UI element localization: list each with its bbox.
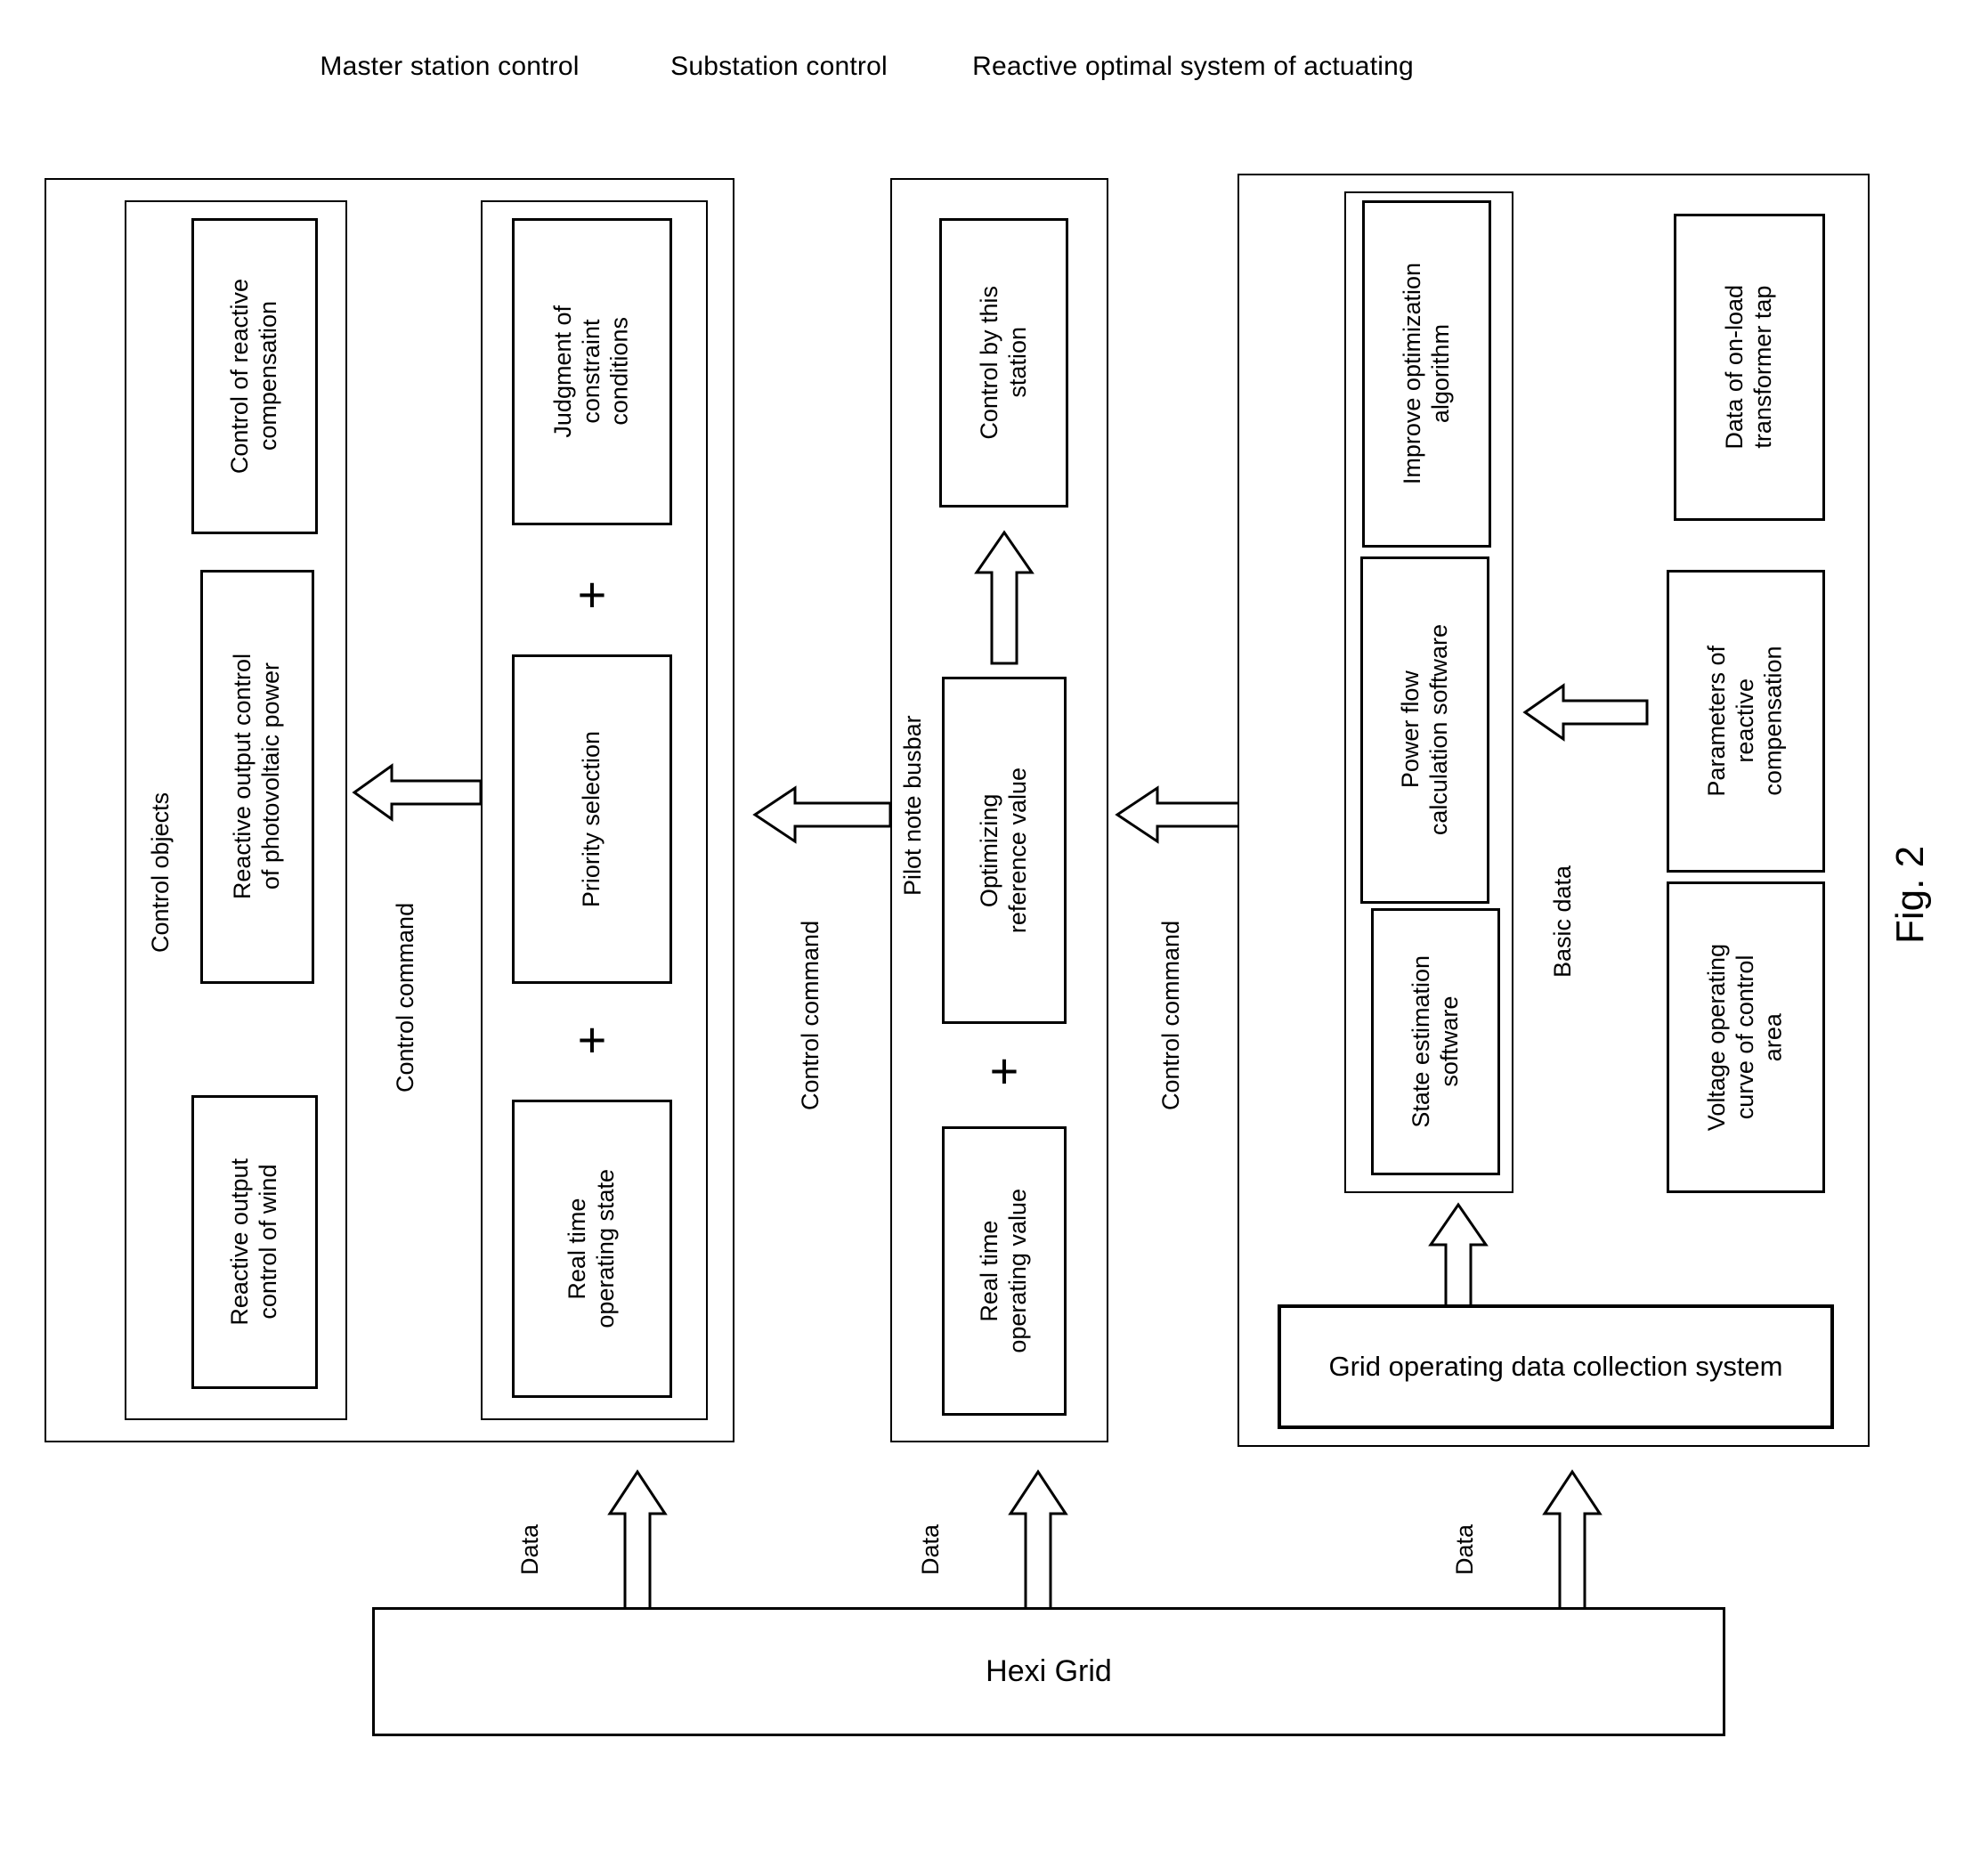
- column-heading-master: Master station control: [320, 52, 580, 81]
- box-label: Improve optimization algorithm: [1398, 263, 1454, 485]
- box-real-time-operating-value[interactable]: Real time operating value: [942, 1126, 1067, 1416]
- box-grid-operating-data-collection-system[interactable]: Grid operating data collection system: [1278, 1304, 1834, 1429]
- box-label: Control by this station: [975, 286, 1031, 440]
- box-judgment-of-constraint-conditions[interactable]: Judgment of constraint conditions: [512, 218, 672, 525]
- box-reactive-output-control-wind[interactable]: Reactive output control of wind: [191, 1095, 318, 1389]
- column-heading-reactive: Reactive optimal system of actuating: [972, 52, 1414, 81]
- basic-data-label: Basic data: [1549, 865, 1576, 979]
- box-priority-selection[interactable]: Priority selection: [512, 654, 672, 984]
- box-control-of-reactive-compensation[interactable]: Control of reactive compensation: [191, 218, 318, 534]
- box-label: Judgment of constraint conditions: [549, 305, 633, 438]
- hexi-grid-label: Hexi Grid: [986, 1654, 1112, 1688]
- box-label: Reactive output control of wind: [226, 1158, 281, 1326]
- box-label: Priority selection: [578, 730, 605, 908]
- box-data-of-on-load-transformer-tap[interactable]: Data of on-load transformer tap: [1674, 214, 1825, 521]
- box-improve-optimization-algorithm[interactable]: Improve optimization algorithm: [1362, 200, 1491, 548]
- box-label: Optimizing reference value: [976, 767, 1031, 934]
- box-label: Voltage operating curve of control area: [1703, 943, 1787, 1132]
- reactive-control-command-label: Control command: [1157, 920, 1184, 1110]
- control-objects-group-label: Control objects: [147, 792, 174, 954]
- data-label-master: Data: [516, 1523, 543, 1575]
- arrow-data-substation: [1006, 1469, 1070, 1613]
- box-parameters-of-reactive-compensation[interactable]: Parameters of reactive compensation: [1667, 570, 1825, 873]
- arrow-basic-data: [1522, 681, 1649, 743]
- arrow-data-master: [605, 1469, 669, 1613]
- box-real-time-operating-state[interactable]: Real time operating state: [512, 1100, 672, 1398]
- arrow-master-internal: [352, 761, 483, 824]
- box-power-flow-calculation-software[interactable]: Power flow calculation software: [1360, 556, 1489, 904]
- box-label: Control of reactive compensation: [226, 278, 281, 475]
- box-label: Power flow calculation software: [1396, 624, 1452, 836]
- substation-control-command-label: Control command: [797, 920, 824, 1110]
- box-state-estimation-software[interactable]: State estimation software: [1371, 908, 1500, 1175]
- box-label: Parameters of reactive compensation: [1703, 646, 1787, 797]
- master-operator-plus-2: +: [577, 1011, 607, 1068]
- box-label: Grid operating data collection system: [1328, 1351, 1783, 1382]
- substation-operator-plus-1: +: [989, 1043, 1019, 1099]
- box-reactive-output-control-photovoltaic[interactable]: Reactive output control of photovoltaic …: [200, 570, 314, 984]
- box-hexi-grid[interactable]: Hexi Grid: [372, 1607, 1725, 1736]
- box-label: Reactive output control of photovoltaic …: [229, 654, 284, 900]
- pilot-note-busbar-label: Pilot note busbar: [899, 715, 926, 897]
- data-label-reactive: Data: [1451, 1523, 1478, 1575]
- arrow-substation-to-master: [752, 784, 892, 846]
- box-control-by-this-station[interactable]: Control by this station: [939, 218, 1068, 508]
- master-operator-plus-1: +: [577, 566, 607, 622]
- arrow-reactive-to-substation: [1115, 784, 1254, 846]
- box-optimizing-reference-value[interactable]: Optimizing reference value: [942, 677, 1067, 1024]
- box-label: Real time operating value: [976, 1189, 1031, 1353]
- arrow-substation-internal: [972, 530, 1036, 665]
- master-control-command-label: Control command: [392, 902, 418, 1092]
- box-label: State estimation software: [1407, 955, 1463, 1128]
- box-voltage-operating-curve-of-control-area[interactable]: Voltage operating curve of control area: [1667, 881, 1825, 1193]
- box-label: Data of on-load transformer tap: [1721, 285, 1776, 450]
- box-label: Real time operating state: [564, 1169, 619, 1328]
- data-label-substation: Data: [917, 1523, 944, 1575]
- figure-caption: Fig. 2: [1888, 845, 1932, 945]
- arrow-data-reactive: [1540, 1469, 1604, 1613]
